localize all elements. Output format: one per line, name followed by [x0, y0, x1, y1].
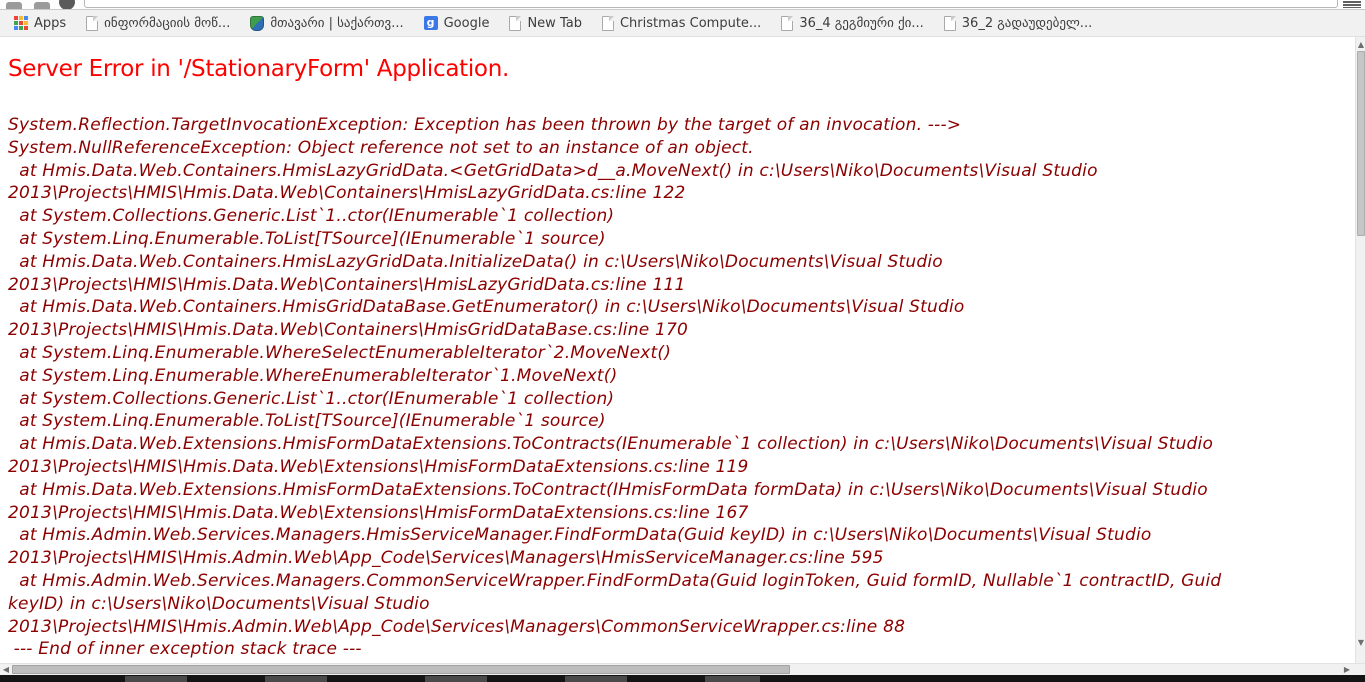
page-icon — [602, 16, 614, 31]
bookmark-christmas[interactable]: Christmas Compute... — [594, 13, 769, 34]
bookmark-apps[interactable]: Apps — [6, 13, 74, 34]
taskbar-partial — [0, 675, 1365, 682]
stack-trace-line: at Hmis.Data.Web.Containers.HmisLazyGrid… — [8, 251, 1355, 274]
stack-trace-line: 2013\Projects\HMIS\Hmis.Data.Web\Extensi… — [8, 456, 1355, 479]
stack-trace-line: at Hmis.Admin.Web.Services.Managers.Comm… — [8, 570, 1355, 593]
stack-trace-line: 2013\Projects\HMIS\Hmis.Data.Web\Contain… — [8, 319, 1355, 342]
page-icon — [781, 16, 793, 31]
bookmark-label: New Tab — [527, 16, 582, 31]
stack-trace-line: System.Reflection.TargetInvocationExcept… — [8, 114, 1355, 137]
stack-trace-line: at System.Linq.Enumerable.ToList[TSource… — [8, 410, 1355, 433]
bookmark-mtavari[interactable]: მთავარი | საქართვ... — [242, 13, 411, 34]
stack-trace: System.Reflection.TargetInvocationExcept… — [0, 114, 1355, 661]
shield-favicon-icon — [250, 16, 264, 31]
bookmark-new-tab[interactable]: New Tab — [501, 13, 590, 34]
stack-trace-line: --- End of inner exception stack trace -… — [8, 638, 1355, 661]
stack-trace-line: at Hmis.Data.Web.Containers.HmisGridData… — [8, 296, 1355, 319]
stack-trace-line: at System.Collections.Generic.List`1..ct… — [8, 388, 1355, 411]
scroll-up-arrow-icon[interactable]: ▲ — [1356, 39, 1365, 51]
page-title: Server Error in '/StationaryForm' Applic… — [8, 54, 1355, 84]
vertical-scrollbar[interactable]: ▲ ▼ — [1355, 37, 1365, 663]
bookmarks-bar: Apps ინფორმაციის მოწ... მთავარი | საქართ… — [0, 9, 1365, 37]
bookmark-information[interactable]: ინფორმაციის მოწ... — [78, 13, 238, 34]
taskbar-button[interactable] — [125, 676, 187, 682]
taskbar-button[interactable] — [265, 676, 327, 682]
stack-trace-line: 2013\Projects\HMIS\Hmis.Data.Web\Contain… — [8, 182, 1355, 205]
horizontal-scroll-thumb[interactable] — [12, 665, 790, 674]
stack-trace-line: 2013\Projects\HMIS\Hmis.Admin.Web\App_Co… — [8, 547, 1355, 570]
page-icon — [509, 16, 521, 31]
stack-trace-line: 2013\Projects\HMIS\Hmis.Data.Web\Contain… — [8, 274, 1355, 297]
taskbar-button[interactable] — [425, 676, 487, 682]
bookmark-label: მთავარი | საქართვ... — [270, 16, 403, 31]
page-icon — [86, 16, 98, 31]
bookmark-label: Christmas Compute... — [620, 16, 761, 31]
menu-icon[interactable] — [1343, 1, 1361, 8]
bookmark-36-4[interactable]: 36_4 გეგმიური ქი... — [773, 13, 931, 34]
forward-button[interactable] — [34, 2, 50, 9]
vertical-scroll-thumb[interactable] — [1357, 51, 1365, 236]
horizontal-scrollbar[interactable]: ◀ ▶ — [0, 663, 1365, 675]
stack-trace-line: at System.Linq.Enumerable.ToList[TSource… — [8, 228, 1355, 251]
browser-toolbar-partial: reporting.moh.gov.ge/StationaryForm/Defa… — [0, 0, 1365, 9]
url-bar[interactable]: reporting.moh.gov.ge/StationaryForm/Defa… — [84, 0, 1338, 8]
stack-trace-line: 2013\Projects\HMIS\Hmis.Admin.Web\App_Co… — [8, 616, 1355, 639]
error-page: Server Error in '/StationaryForm' Applic… — [0, 37, 1355, 663]
stack-trace-line: at System.Linq.Enumerable.WhereEnumerabl… — [8, 365, 1355, 388]
stack-trace-line: at System.Linq.Enumerable.WhereSelectEnu… — [8, 342, 1355, 365]
bookmark-label: 36_4 გეგმიური ქი... — [799, 16, 923, 31]
bookmark-label: ინფორმაციის მოწ... — [104, 16, 230, 31]
stack-trace-line: keyID) in c:\Users\Niko\Documents\Visual… — [8, 593, 1355, 616]
taskbar-button[interactable] — [705, 676, 760, 682]
taskbar-button[interactable] — [565, 676, 627, 682]
page-icon — [944, 16, 956, 31]
bookmark-label: 36_2 გადაუდებელ... — [962, 16, 1092, 31]
stack-trace-line: at Hmis.Admin.Web.Services.Managers.Hmis… — [8, 524, 1355, 547]
stack-trace-line: 2013\Projects\HMIS\Hmis.Data.Web\Extensi… — [8, 502, 1355, 525]
google-favicon-icon — [424, 16, 438, 30]
reload-button[interactable] — [59, 0, 75, 9]
bookmark-star-icon[interactable]: ☆ — [1314, 0, 1327, 1]
bookmark-label: Apps — [34, 16, 66, 31]
bookmark-36-2[interactable]: 36_2 გადაუდებელ... — [936, 13, 1100, 34]
browser-window: reporting.moh.gov.ge/StationaryForm/Defa… — [0, 0, 1365, 682]
stack-trace-line: at Hmis.Data.Web.Extensions.HmisFormData… — [8, 479, 1355, 502]
bookmark-google[interactable]: Google — [416, 13, 498, 34]
stack-trace-line: at System.Collections.Generic.List`1..ct… — [8, 205, 1355, 228]
back-button[interactable] — [6, 2, 22, 9]
scroll-down-arrow-icon[interactable]: ▼ — [1356, 637, 1365, 649]
stack-trace-line: at Hmis.Data.Web.Extensions.HmisFormData… — [8, 433, 1355, 456]
stack-trace-line: System.NullReferenceException: Object re… — [8, 137, 1355, 160]
url-text[interactable]: reporting.moh.gov.ge/StationaryForm/Defa… — [115, 0, 1221, 1]
bookmark-label: Google — [444, 16, 490, 31]
apps-grid-icon — [14, 16, 28, 30]
stack-trace-line: at Hmis.Data.Web.Containers.HmisLazyGrid… — [8, 160, 1355, 183]
